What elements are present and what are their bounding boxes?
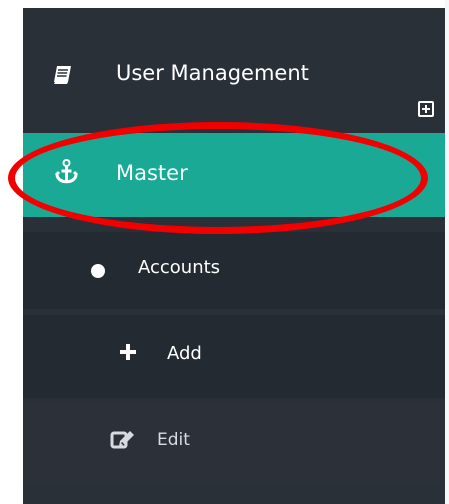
top-strip — [0, 0, 449, 8]
sidebar-item-master[interactable]: Master — [23, 133, 445, 217]
sidebar-item-label: Edit — [157, 430, 190, 450]
anchor-icon — [54, 159, 79, 184]
sidebar: User Management Master Accounts Add Edit — [0, 0, 449, 504]
sidebar-item-user-management[interactable]: User Management — [23, 38, 445, 117]
sidebar-item-label: Master — [116, 161, 188, 185]
dot-icon — [91, 264, 105, 278]
sidebar-item-accounts[interactable]: Accounts — [23, 232, 445, 309]
sidebar-item-label: Add — [167, 343, 202, 364]
sidebar-item-label: Accounts — [138, 257, 221, 278]
sidebar-item-label: User Management — [116, 61, 309, 85]
sidebar-right-edge — [445, 0, 449, 504]
sidebar-item-add[interactable]: Add — [23, 315, 445, 398]
sidebar-item-edit[interactable]: Edit — [23, 402, 445, 484]
book-icon — [54, 66, 71, 84]
plus-icon — [120, 344, 136, 360]
plus-square-icon[interactable] — [418, 101, 434, 117]
edit-icon — [110, 431, 134, 449]
